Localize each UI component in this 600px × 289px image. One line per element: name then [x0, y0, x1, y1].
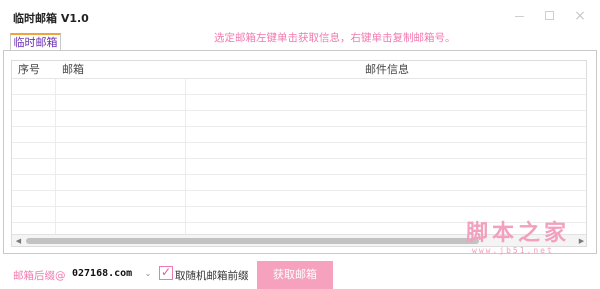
title-bar[interactable]: 临时邮箱 V1.0 ×	[0, 0, 600, 30]
email-suffix-select[interactable]: 027168.com ⌄	[69, 264, 155, 284]
tab-temp-mailbox[interactable]: 临时邮箱	[10, 33, 61, 51]
random-prefix-checkbox[interactable]: ✓	[159, 265, 173, 280]
chevron-down-icon[interactable]: ⌄	[143, 269, 153, 279]
column-header-message[interactable]: 邮件信息	[186, 61, 586, 79]
scrollbar-thumb[interactable]	[26, 238, 479, 244]
email-suffix-value: 027168.com	[72, 268, 133, 279]
random-prefix-label[interactable]: 取随机邮箱前缀	[175, 268, 249, 283]
column-header-email[interactable]: 邮箱	[56, 61, 186, 79]
column-header-index[interactable]: 序号	[12, 61, 56, 79]
email-suffix-label: 邮箱后缀@	[13, 270, 66, 282]
check-icon: ✓	[161, 265, 172, 279]
list-header: 序号 邮箱 邮件信息	[12, 61, 586, 79]
watermark-url: www.jb51.net	[472, 246, 554, 255]
close-button[interactable]: ×	[572, 8, 588, 24]
site-watermark: 脚本之家 www.jb51.net	[462, 215, 586, 259]
minimize-button[interactable]	[511, 8, 527, 24]
app-title: 临时邮箱 V1.0	[13, 12, 89, 25]
main-window: 临时邮箱 V1.0 × 临时邮箱 选定邮箱左键单击获取信息，右键单击复制邮箱号。…	[0, 0, 600, 289]
close-icon: ×	[574, 8, 586, 24]
column-divider	[185, 79, 186, 246]
maximize-icon	[544, 11, 554, 20]
usage-hint: 选定邮箱左键单击获取信息，右键单击复制邮箱号。	[214, 32, 456, 44]
scroll-left-icon[interactable]: ◀	[13, 236, 24, 246]
watermark-logo-text: 脚本之家	[466, 220, 571, 246]
fetch-mailbox-button[interactable]: 获取邮箱	[257, 261, 333, 289]
column-divider	[55, 79, 56, 246]
minimize-icon	[514, 16, 524, 17]
maximize-button[interactable]	[541, 8, 557, 24]
list-body[interactable]	[12, 79, 586, 246]
tab-label: 临时邮箱	[13, 36, 58, 49]
